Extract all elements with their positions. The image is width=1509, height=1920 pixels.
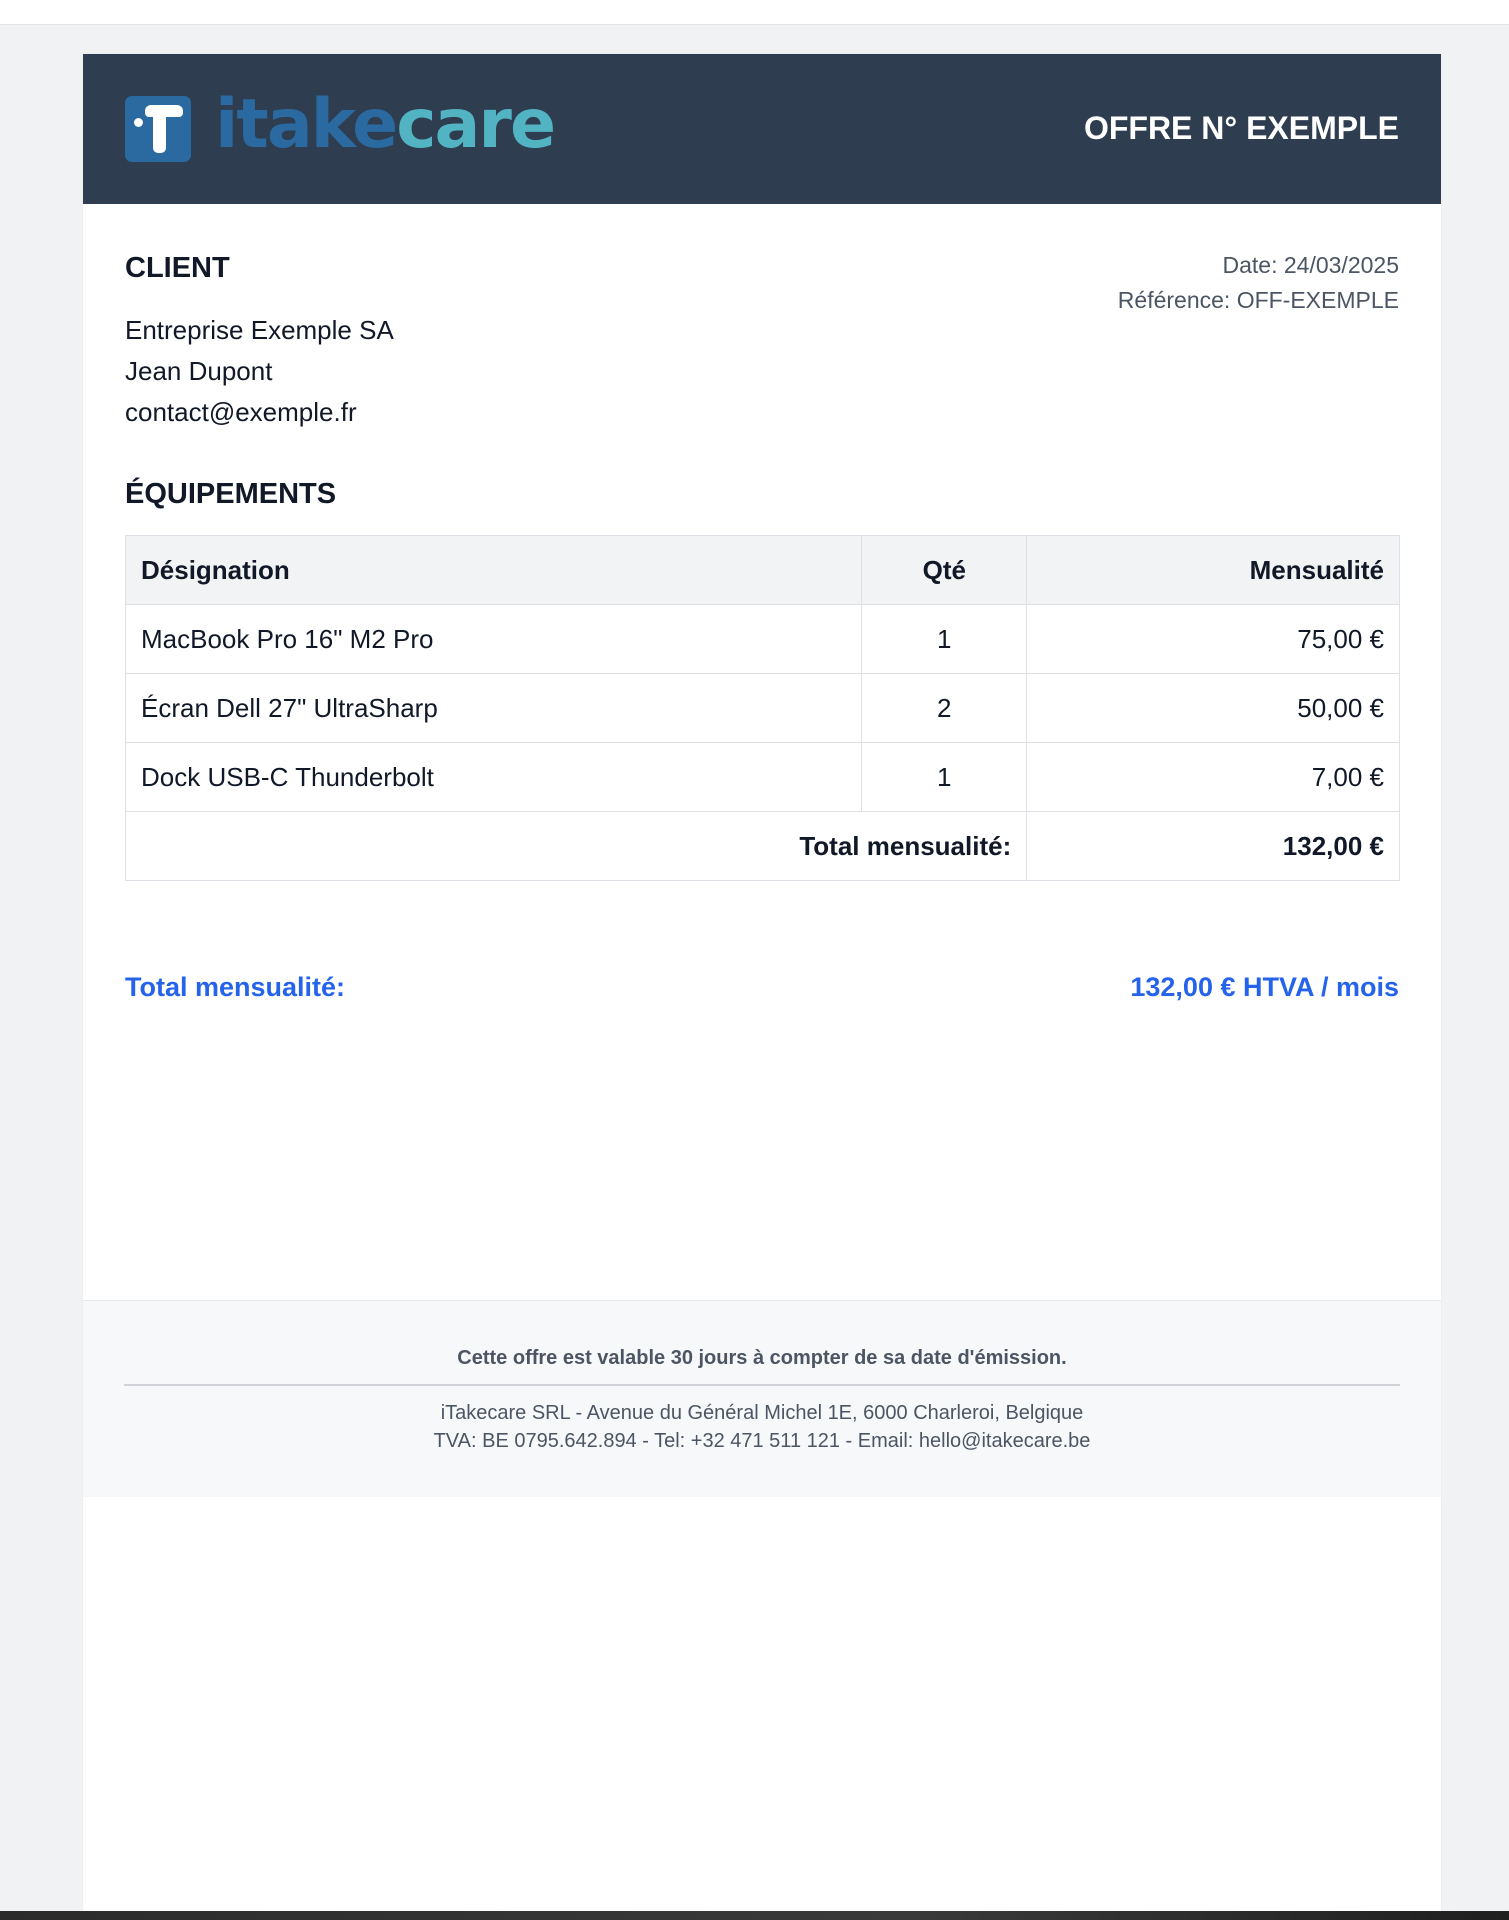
footer-divider (124, 1384, 1400, 1386)
logo-mark-icon (125, 96, 191, 162)
table-row: Écran Dell 27" UltraSharp 2 50,00 € (124, 673, 1400, 743)
table-total-label: Total mensualité: (124, 811, 1028, 881)
equipment-table: Désignation Qté Mensualité MacBook Pro 1… (124, 535, 1400, 881)
cell-qty: 1 (861, 604, 1028, 674)
client-details: Entreprise Exemple SA Jean Dupont contac… (125, 310, 394, 433)
table-row: Dock USB-C Thunderbolt 1 7,00 € (124, 742, 1400, 812)
client-contact-name: Jean Dupont (125, 356, 273, 386)
cell-qty: 2 (861, 673, 1028, 743)
document-header: itakecare OFFRE N° EXEMPLE (83, 54, 1441, 204)
table-total-row: Total mensualité: 132,00 € (124, 811, 1400, 881)
offer-reference: Référence: OFF-EXEMPLE (1117, 287, 1399, 313)
column-header-monthly: Mensualité (1026, 535, 1400, 605)
equipment-heading: ÉQUIPEMENTS (125, 478, 337, 510)
offer-document: itakecare OFFRE N° EXEMPLE CLIENT Entrep… (83, 54, 1441, 1920)
cell-monthly: 75,00 € (1026, 604, 1400, 674)
cell-designation: Écran Dell 27" UltraSharp (124, 673, 863, 743)
offer-meta: Date: 24/03/2025 Référence: OFF-EXEMPLE (1118, 248, 1399, 318)
cell-designation: Dock USB-C Thunderbolt (124, 742, 863, 812)
document-footer: Cette offre est valable 30 jours à compt… (83, 1300, 1441, 1497)
client-email: contact@exemple.fr (125, 397, 357, 427)
company-address: iTakecare SRL - Avenue du Général Michel… (440, 1402, 1084, 1424)
summary-total-label: Total mensualité: (125, 972, 346, 1002)
table-header-row: Désignation Qté Mensualité (124, 535, 1400, 605)
itakecare-logo: itakecare (125, 91, 556, 162)
logo-wordmark: itakecare (215, 85, 556, 164)
table-row: MacBook Pro 16" M2 Pro 1 75,00 € (124, 604, 1400, 674)
offer-title: OFFRE N° EXEMPLE (1083, 110, 1399, 146)
client-heading: CLIENT (125, 252, 230, 284)
table-total-value: 132,00 € (1026, 811, 1400, 881)
company-info: iTakecare SRL - Avenue du Général Michel… (83, 1399, 1441, 1455)
column-header-qty: Qté (861, 535, 1028, 605)
company-contact: TVA: BE 0795.642.894 - Tel: +32 471 511 … (433, 1430, 1091, 1452)
cell-monthly: 7,00 € (1026, 742, 1400, 812)
cell-qty: 1 (861, 742, 1028, 812)
browser-top-bar (0, 0, 1509, 25)
column-header-designation: Désignation (124, 535, 863, 605)
offer-date: Date: 24/03/2025 (1222, 252, 1399, 278)
validity-notice: Cette offre est valable 30 jours à compt… (457, 1347, 1067, 1369)
cell-monthly: 50,00 € (1026, 673, 1400, 743)
client-company: Entreprise Exemple SA (125, 315, 394, 345)
summary-total-value: 132,00 € HTVA / mois (1130, 972, 1399, 1002)
cell-designation: MacBook Pro 16" M2 Pro (124, 604, 863, 674)
window-bottom-edge (0, 1911, 1509, 1920)
